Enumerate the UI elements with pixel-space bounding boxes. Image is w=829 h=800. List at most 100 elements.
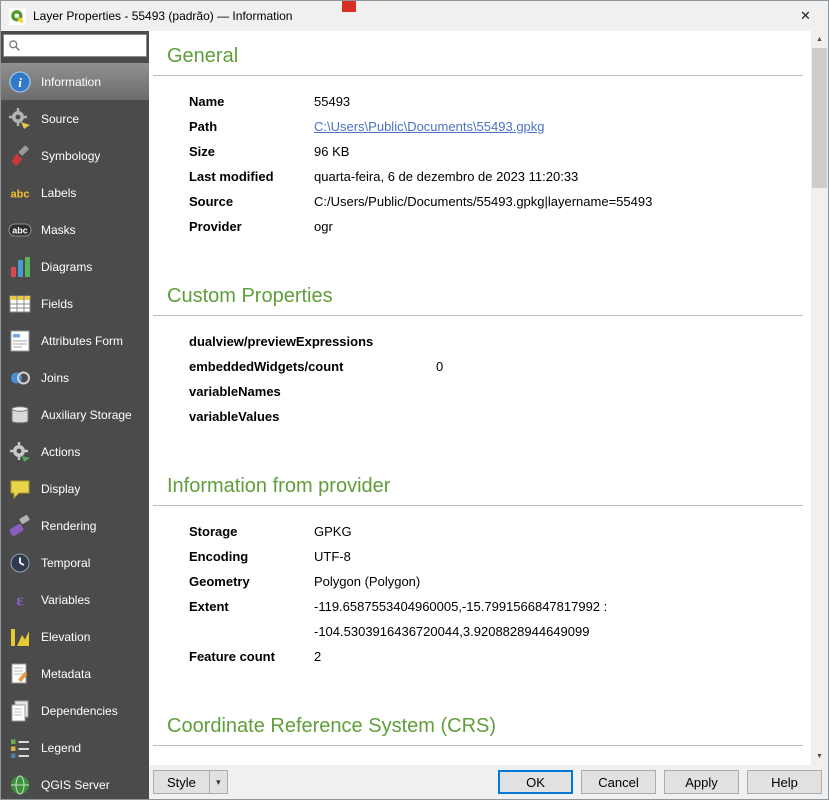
row-value: 96 KB [314, 139, 803, 164]
row-label: Feature count [189, 644, 314, 669]
sidebar-item-label: Labels [41, 186, 76, 200]
sidebar-item-dependencies[interactable]: Dependencies [1, 692, 149, 729]
section-information-from-provider: Information from provider StorageGPKGEnco… [167, 475, 803, 669]
info-row: StorageGPKG [167, 519, 803, 544]
scroll-up-button[interactable]: ▲ [811, 31, 828, 48]
sidebar-item-label: Masks [41, 223, 76, 237]
elevation-icon [7, 624, 33, 650]
row-label: dualview/previewExpressions [189, 329, 436, 354]
sidebar-item-elevation[interactable]: Elevation [1, 618, 149, 655]
sidebar-item-label: Temporal [41, 556, 90, 570]
divider [153, 315, 803, 316]
scrollbar-thumb[interactable] [812, 48, 827, 188]
window-title: Layer Properties - 55493 (padrão) — Info… [33, 9, 292, 23]
labels-icon: abc [7, 180, 33, 206]
sidebar: iInformationSource Symbology abc Labels abc M… [1, 31, 149, 799]
diagrams-icon [7, 254, 33, 280]
info-row: variableValues [167, 404, 803, 429]
sidebar-item-label: Fields [41, 297, 73, 311]
info-row: EncodingUTF-8 [167, 544, 803, 569]
info-panel: GeneralName55493PathC:\Users\Public\Docu… [149, 31, 811, 765]
vertical-scrollbar[interactable]: ▲ ▼ [811, 31, 828, 765]
sidebar-item-label: Attributes Form [41, 334, 123, 348]
sidebar-item-diagrams[interactable]: Diagrams [1, 248, 149, 285]
sidebar-item-label: Symbology [41, 149, 100, 163]
row-value [436, 379, 803, 404]
sidebar-item-label: Metadata [41, 667, 91, 681]
sidebar-search-box [3, 34, 147, 57]
info-row: GeometryPolygon (Polygon) [167, 569, 803, 594]
style-button[interactable]: Style ▾ [153, 770, 228, 794]
sidebar-nav: iInformationSource Symbology abc Labels abc M… [1, 63, 149, 799]
row-value [436, 329, 803, 354]
section-heading: General [167, 45, 803, 68]
info-row: Size96 KB [167, 139, 803, 164]
svg-text:abc: abc [11, 188, 30, 200]
search-input[interactable] [25, 39, 142, 53]
scroll-down-button[interactable]: ▼ [811, 748, 828, 765]
info-row: Last modifiedquarta-feira, 6 de dezembro… [167, 164, 803, 189]
sidebar-item-joins[interactable]: Joins [1, 359, 149, 396]
sidebar-item-auxiliary-storage[interactable]: Auxiliary Storage [1, 396, 149, 433]
fields-icon [7, 291, 33, 317]
auxiliary-storage-icon [7, 402, 33, 428]
rendering-icon [7, 513, 33, 539]
row-value: quarta-feira, 6 de dezembro de 2023 11:2… [314, 164, 803, 189]
sidebar-item-metadata[interactable]: Metadata [1, 655, 149, 692]
sidebar-item-masks[interactable]: abc Masks [1, 211, 149, 248]
sidebar-item-symbology[interactable]: Symbology [1, 137, 149, 174]
sidebar-item-labels[interactable]: abc Labels [1, 174, 149, 211]
info-row: Feature count2 [167, 644, 803, 669]
row-value: UTF-8 [314, 544, 803, 569]
apply-button[interactable]: Apply [664, 770, 739, 794]
svg-text:abc: abc [12, 225, 28, 235]
legend-icon [7, 735, 33, 761]
masks-icon: abc [7, 217, 33, 243]
sidebar-item-information[interactable]: iInformation [1, 63, 149, 100]
section-heading: Information from provider [167, 475, 803, 498]
info-row: embeddedWidgets/count0 [167, 354, 803, 379]
sidebar-item-label: Joins [41, 371, 69, 385]
svg-text:ε: ε [16, 590, 23, 609]
help-button[interactable]: Help [747, 770, 822, 794]
row-label: Provider [189, 214, 314, 239]
sidebar-item-label: QGIS Server [41, 778, 110, 792]
sidebar-item-label: Dependencies [41, 704, 118, 718]
style-button-label: Style [154, 771, 209, 793]
metadata-icon [7, 661, 33, 687]
divider [153, 75, 803, 76]
row-label: Encoding [189, 544, 314, 569]
red-marker [342, 1, 356, 12]
sidebar-item-label: Legend [41, 741, 81, 755]
cancel-button[interactable]: Cancel [581, 770, 656, 794]
info-row: dualview/previewExpressions [167, 329, 803, 354]
sidebar-item-source[interactable]: Source [1, 100, 149, 137]
path-link[interactable]: C:\Users\Public\Documents\55493.gpkg [314, 114, 803, 139]
info-row: SourceC:/Users/Public/Documents/55493.gp… [167, 189, 803, 214]
sidebar-item-actions[interactable]: Actions [1, 433, 149, 470]
variables-icon: ε [7, 587, 33, 613]
sidebar-item-rendering[interactable]: Rendering [1, 507, 149, 544]
section-coordinate-reference-system-crs: Coordinate Reference System (CRS) [167, 715, 803, 746]
sidebar-item-temporal[interactable]: Temporal [1, 544, 149, 581]
row-label: Storage [189, 519, 314, 544]
sidebar-item-display[interactable]: Display [1, 470, 149, 507]
actions-icon [7, 439, 33, 465]
sidebar-item-label: Actions [41, 445, 80, 459]
ok-button[interactable]: OK [498, 770, 573, 794]
sidebar-item-variables[interactable]: εVariables [1, 581, 149, 618]
row-label: Size [189, 139, 314, 164]
section-heading: Custom Properties [167, 285, 803, 308]
display-icon [7, 476, 33, 502]
sidebar-item-attributes-form[interactable]: Attributes Form [1, 322, 149, 359]
section-general: GeneralName55493PathC:\Users\Public\Docu… [167, 45, 803, 239]
sidebar-item-fields[interactable]: Fields [1, 285, 149, 322]
close-button[interactable]: ✕ [783, 1, 828, 31]
sidebar-item-qgis-server[interactable]: QGIS Server [1, 766, 149, 799]
row-value: Polygon (Polygon) [314, 569, 803, 594]
info-row: PathC:\Users\Public\Documents\55493.gpkg [167, 114, 803, 139]
row-value: C:/Users/Public/Documents/55493.gpkg|lay… [314, 189, 803, 214]
section-custom-properties: Custom Properties dualview/previewExpress… [167, 285, 803, 429]
chevron-down-icon[interactable]: ▾ [210, 771, 227, 793]
sidebar-item-legend[interactable]: Legend [1, 729, 149, 766]
